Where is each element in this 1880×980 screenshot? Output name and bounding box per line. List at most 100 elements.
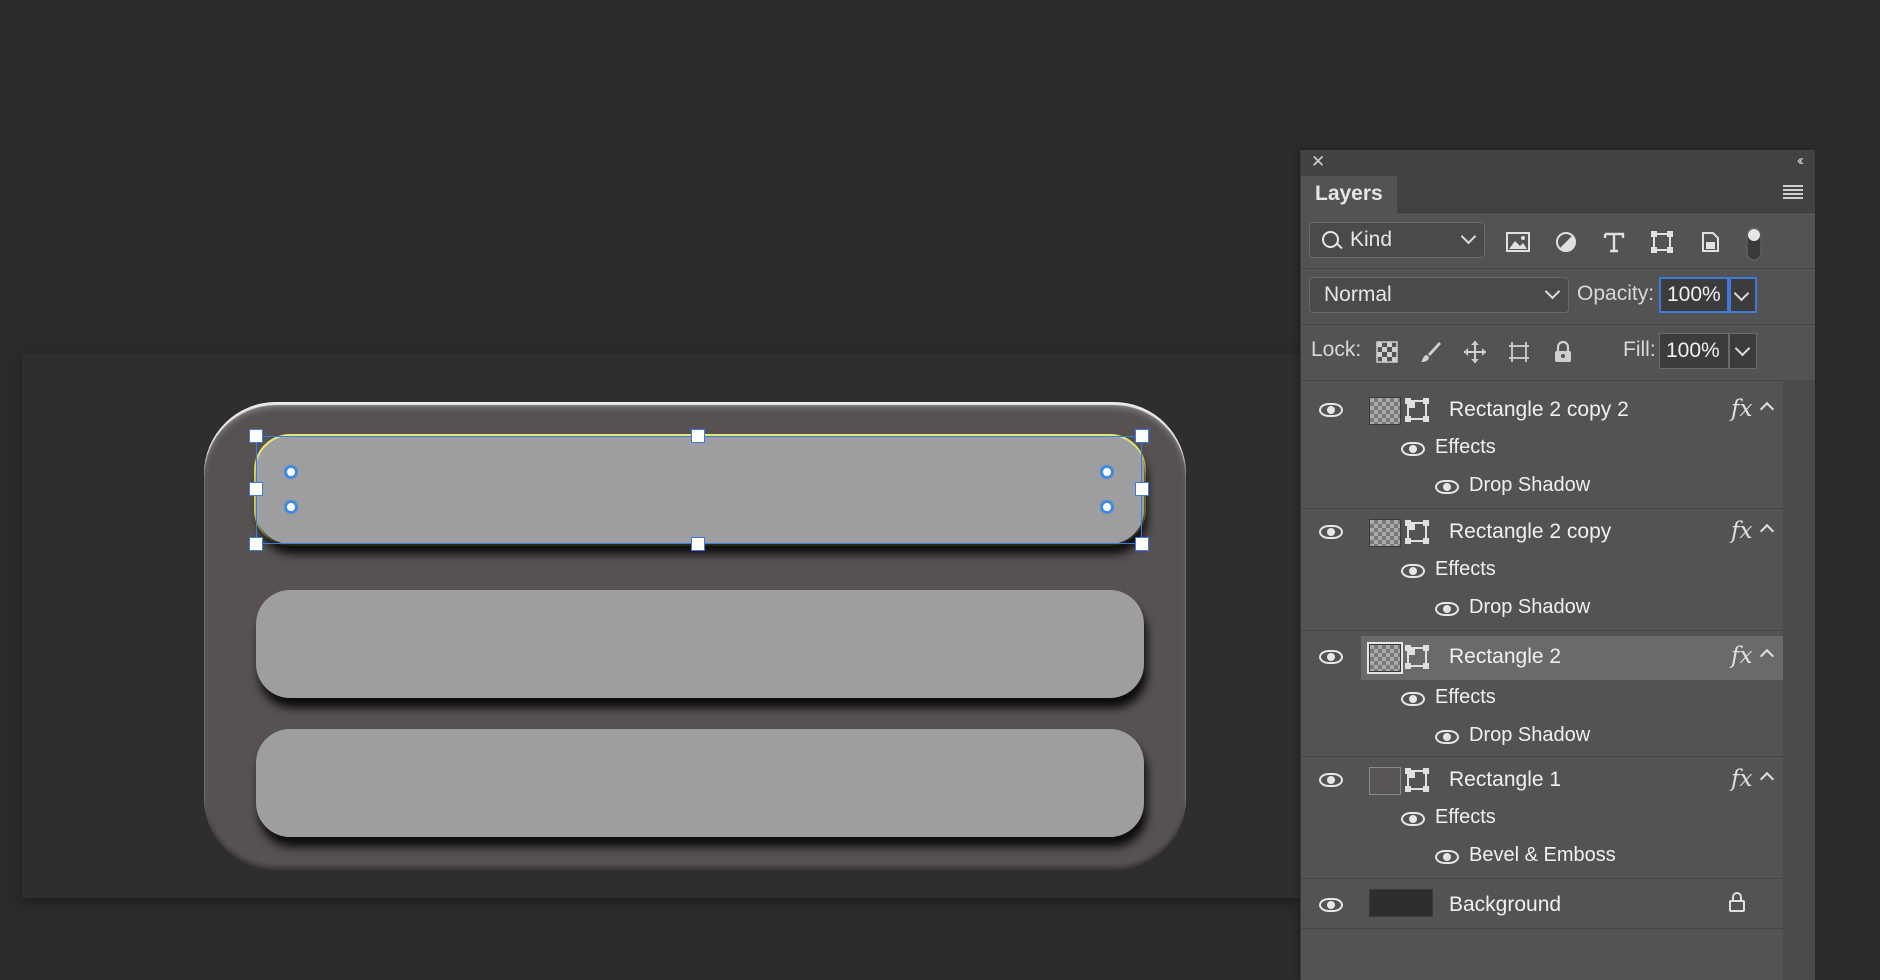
layer-name: Rectangle 2	[1449, 645, 1562, 668]
layer-row-background[interactable]: Background	[1301, 884, 1783, 926]
layer-thumbnail	[1369, 397, 1401, 425]
layers-panel: ✕ ‹‹ Layers Kind Normal Opacity: 100% Lo…	[1300, 150, 1815, 980]
layer-row-selected[interactable]: Rectangle 2 fx	[1301, 636, 1783, 680]
vector-shape-icon	[1405, 768, 1427, 790]
divider	[1301, 630, 1783, 631]
effects-row[interactable]: Effects	[1361, 430, 1783, 466]
vector-shape-icon	[1405, 520, 1427, 542]
lock-transparent-pixels-icon[interactable]	[1375, 340, 1399, 364]
chevron-down-icon	[1734, 340, 1751, 357]
effects-row[interactable]: Effects	[1361, 680, 1783, 716]
opacity-dropdown[interactable]	[1729, 277, 1757, 313]
layers-list: Rectangle 2 copy 2 fx Effects Drop Shado…	[1301, 380, 1783, 980]
layer-thumbnail	[1369, 519, 1401, 547]
layer-name: Rectangle 1	[1449, 768, 1562, 791]
effect-row[interactable]: Bevel & Emboss	[1361, 838, 1783, 874]
rectangle-2-copy-2-shape[interactable]	[256, 436, 1144, 544]
corner-radius-widget[interactable]	[1100, 500, 1114, 514]
close-icon[interactable]: ✕	[1311, 152, 1325, 172]
filter-kind-label: Kind	[1350, 228, 1393, 251]
layer-filter-row: Kind	[1301, 212, 1815, 269]
transform-handle-middle-left[interactable]	[249, 482, 263, 496]
layers-scrollbar[interactable]	[1783, 380, 1815, 980]
fx-icon[interactable]: fx	[1731, 643, 1752, 669]
divider	[1301, 508, 1783, 509]
filter-toggle-icon[interactable]	[1745, 226, 1763, 262]
eye-icon[interactable]	[1401, 692, 1425, 706]
effect-row[interactable]: Drop Shadow	[1361, 718, 1783, 754]
smart-object-filter-icon[interactable]	[1697, 230, 1723, 254]
pixel-layer-filter-icon[interactable]	[1505, 230, 1531, 254]
lock-artboard-icon[interactable]	[1507, 340, 1531, 364]
layer-thumbnail	[1369, 644, 1401, 672]
effect-row[interactable]: Drop Shadow	[1361, 468, 1783, 504]
shape-layer-filter-icon[interactable]	[1649, 230, 1675, 254]
lock-icon[interactable]	[1729, 892, 1745, 912]
eye-icon[interactable]	[1401, 442, 1425, 456]
transform-handle-middle-right[interactable]	[1135, 482, 1149, 496]
eye-icon[interactable]	[1319, 898, 1343, 912]
blend-opacity-row: Normal Opacity: 100%	[1301, 268, 1815, 325]
effect-name: Bevel & Emboss	[1469, 844, 1616, 866]
lock-image-pixels-icon[interactable]	[1419, 340, 1443, 364]
fill-label: Fill:	[1623, 338, 1656, 361]
chevron-down-icon	[1544, 283, 1561, 300]
fill-dropdown[interactable]	[1729, 333, 1757, 369]
eye-icon[interactable]	[1401, 812, 1425, 826]
effects-row[interactable]: Effects	[1361, 552, 1783, 588]
lock-all-icon[interactable]	[1551, 340, 1575, 364]
collapse-panel-icon[interactable]: ‹‹	[1797, 152, 1804, 169]
lock-position-icon[interactable]	[1463, 340, 1487, 364]
transform-handle-bottom-left[interactable]	[249, 537, 263, 551]
type-layer-filter-icon[interactable]	[1601, 230, 1627, 254]
corner-radius-widget[interactable]	[284, 465, 298, 479]
opacity-label: Opacity:	[1577, 282, 1655, 305]
blend-mode-select[interactable]: Normal	[1309, 277, 1569, 313]
lock-body	[1729, 900, 1745, 912]
panel-header-bar: ✕ ‹‹	[1301, 150, 1815, 176]
opacity-input[interactable]: 100%	[1659, 277, 1729, 313]
eye-icon[interactable]	[1319, 403, 1343, 417]
eye-icon[interactable]	[1435, 480, 1459, 494]
layer-name: Rectangle 2 copy 2	[1449, 398, 1629, 421]
panel-tab-bar: Layers	[1301, 176, 1815, 213]
layer-row[interactable]: Rectangle 1 fx	[1301, 762, 1783, 800]
layer-row[interactable]: Rectangle 2 copy fx	[1301, 514, 1783, 552]
effects-row[interactable]: Effects	[1361, 800, 1783, 836]
transform-handle-bottom-center[interactable]	[691, 537, 705, 551]
chevron-down-icon	[1460, 228, 1477, 245]
transform-handle-top-right[interactable]	[1135, 429, 1149, 443]
eye-icon[interactable]	[1401, 564, 1425, 578]
layer-row[interactable]: Rectangle 2 copy 2 fx	[1301, 392, 1783, 430]
adjustment-layer-filter-icon[interactable]	[1553, 230, 1579, 254]
layer-name: Rectangle 2 copy	[1449, 520, 1612, 543]
filter-kind-select[interactable]: Kind	[1309, 222, 1485, 258]
lock-label: Lock:	[1311, 338, 1362, 361]
effect-row[interactable]: Drop Shadow	[1361, 590, 1783, 626]
eye-icon[interactable]	[1435, 850, 1459, 864]
divider	[1301, 756, 1783, 757]
corner-radius-widget[interactable]	[284, 500, 298, 514]
transform-handle-top-center[interactable]	[691, 429, 705, 443]
eye-icon[interactable]	[1319, 525, 1343, 539]
fx-icon[interactable]: fx	[1731, 396, 1752, 422]
transform-handle-top-left[interactable]	[249, 429, 263, 443]
layer-thumbnail	[1369, 889, 1433, 917]
rectangle-2-copy-shape[interactable]	[256, 590, 1144, 698]
effect-name: Drop Shadow	[1469, 596, 1591, 618]
fx-icon[interactable]: fx	[1731, 766, 1752, 792]
eye-icon[interactable]	[1319, 773, 1343, 787]
effects-label: Effects	[1435, 806, 1496, 828]
eye-icon[interactable]	[1435, 602, 1459, 616]
effects-label: Effects	[1435, 436, 1496, 458]
tab-layers[interactable]: Layers	[1301, 176, 1397, 213]
effect-name: Drop Shadow	[1469, 474, 1591, 496]
eye-icon[interactable]	[1319, 650, 1343, 664]
rectangle-2-shape[interactable]	[256, 729, 1144, 837]
corner-radius-widget[interactable]	[1100, 465, 1114, 479]
eye-icon[interactable]	[1435, 730, 1459, 744]
fill-input[interactable]: 100%	[1659, 333, 1729, 369]
fx-icon[interactable]: fx	[1731, 518, 1752, 544]
transform-handle-bottom-right[interactable]	[1135, 537, 1149, 551]
panel-menu-icon[interactable]	[1783, 185, 1803, 199]
